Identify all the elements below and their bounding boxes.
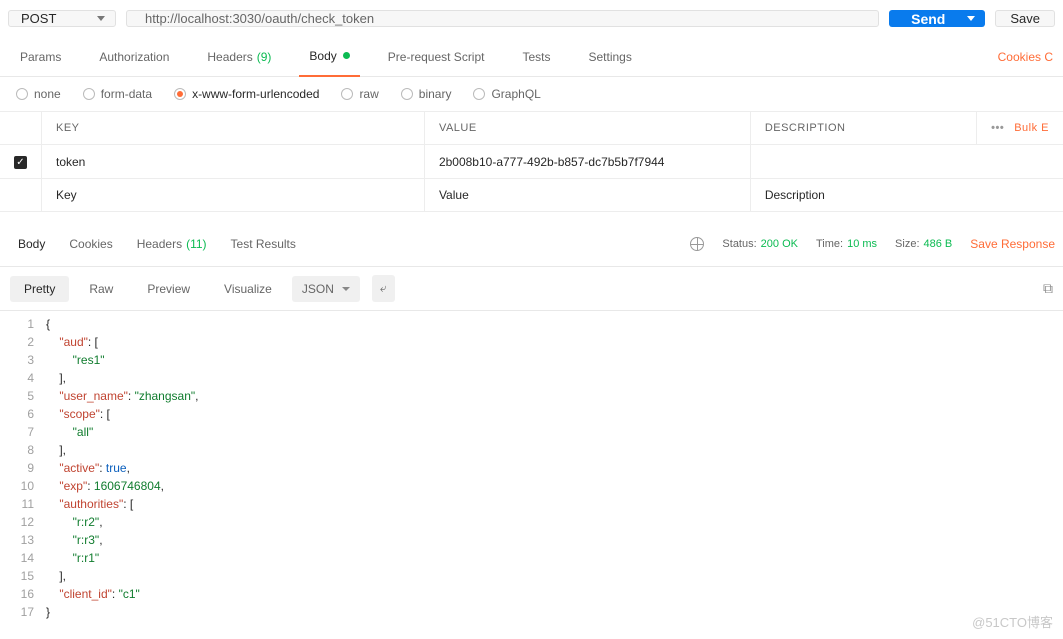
cell-desc[interactable] (750, 145, 1063, 179)
tab-label: Tests (522, 50, 550, 64)
active-dot-icon (343, 52, 350, 59)
wrap-lines-icon[interactable]: ⤶ (372, 275, 395, 302)
bodytype-graphql[interactable]: GraphQL (473, 87, 540, 101)
col-value: VALUE (424, 112, 750, 145)
bodytype-binary[interactable]: binary (401, 87, 452, 101)
bodytype-label: GraphQL (491, 87, 540, 101)
bodytype-label: none (34, 87, 61, 101)
size-label: Size: (895, 238, 919, 250)
tab-tests[interactable]: Tests (512, 37, 560, 77)
send-button[interactable]: Send (889, 10, 985, 27)
status-readout: Status: 200 OK (722, 238, 798, 250)
response-tabs: Body Cookies Headers (11) Test Results St… (0, 222, 1063, 266)
radio-icon (401, 88, 413, 100)
chevron-down-icon (97, 16, 105, 21)
tab-label: Body (309, 49, 336, 63)
restab-body[interactable]: Body (8, 237, 55, 251)
col-key: KEY (42, 112, 425, 145)
bodytype-label: x-www-form-urlencoded (192, 87, 319, 101)
request-bar: POST http://localhost:3030/oauth/check_t… (0, 0, 1063, 37)
tab-label: Cookies (69, 237, 112, 251)
bodytype-none[interactable]: none (16, 87, 61, 101)
tab-label: Test Results (231, 237, 296, 251)
bodytype-label: raw (359, 87, 378, 101)
cell-key[interactable]: token (42, 145, 425, 179)
url-text: http://localhost:3030/oauth/check_token (145, 11, 374, 26)
status-value: 200 OK (761, 238, 798, 250)
bulk-edit-link[interactable]: Bulk E (1014, 122, 1049, 134)
bodytype-label: binary (419, 87, 452, 101)
tab-label: Headers (207, 50, 252, 64)
radio-icon (83, 88, 95, 100)
headers-count: (9) (257, 50, 272, 64)
cell-value[interactable]: 2b008b10-a777-492b-b857-dc7b5b7f7944 (424, 145, 750, 179)
bodytype-raw[interactable]: raw (341, 87, 378, 101)
method-label: POST (21, 11, 56, 26)
format-select[interactable]: JSON (292, 276, 360, 302)
url-input[interactable]: http://localhost:3030/oauth/check_token (126, 10, 879, 27)
size-readout: Size: 486 B (895, 238, 952, 250)
table-row[interactable]: token 2b008b10-a777-492b-b857-dc7b5b7f79… (0, 145, 1063, 179)
globe-icon[interactable] (690, 237, 704, 251)
response-body-view[interactable]: 1{2 "aud": [3 "res1"4 ],5 "user_name": "… (0, 311, 1063, 625)
send-label: Send (911, 11, 945, 27)
radio-on-icon (174, 88, 186, 100)
tab-settings[interactable]: Settings (579, 37, 642, 77)
tab-label: Pre-request Script (388, 50, 485, 64)
size-value: 486 B (924, 238, 953, 250)
radio-icon (341, 88, 353, 100)
body-type-row: none form-data x-www-form-urlencoded raw… (0, 77, 1063, 111)
tab-body[interactable]: Body (299, 37, 359, 77)
watermark: @51CTO博客 (972, 612, 1053, 631)
col-checkbox (0, 112, 42, 145)
view-visualize[interactable]: Visualize (210, 276, 286, 302)
bodytype-xwww[interactable]: x-www-form-urlencoded (174, 87, 319, 101)
tab-authorization[interactable]: Authorization (89, 37, 179, 77)
view-pretty[interactable]: Pretty (10, 276, 69, 302)
time-readout: Time: 10 ms (816, 238, 877, 250)
col-actions: ••• Bulk E (977, 112, 1063, 145)
cookies-label: Cookies C (998, 50, 1053, 64)
bodytype-formdata[interactable]: form-data (83, 87, 152, 101)
time-value: 10 ms (847, 238, 877, 250)
restab-tests[interactable]: Test Results (221, 237, 306, 251)
tab-label: Authorization (99, 50, 169, 64)
desc-placeholder[interactable]: Description (750, 179, 1063, 212)
restab-headers[interactable]: Headers (11) (127, 237, 217, 251)
tab-label: Headers (137, 237, 182, 251)
view-raw[interactable]: Raw (75, 276, 127, 302)
view-preview[interactable]: Preview (133, 276, 204, 302)
time-label: Time: (816, 238, 843, 250)
headers-count: (11) (186, 237, 206, 251)
format-label: JSON (302, 282, 334, 296)
table-row-empty[interactable]: Key Value Description (0, 179, 1063, 212)
restab-cookies[interactable]: Cookies (59, 237, 122, 251)
radio-icon (473, 88, 485, 100)
tab-label: Params (20, 50, 61, 64)
save-button[interactable]: Save (995, 10, 1055, 27)
checkbox-checked-icon[interactable] (14, 156, 27, 169)
request-tabs: Params Authorization Headers (9) Body Pre… (0, 37, 1063, 77)
tab-headers[interactable]: Headers (9) (197, 37, 281, 77)
tab-prerequest[interactable]: Pre-request Script (378, 37, 495, 77)
col-description: DESCRIPTION (750, 112, 976, 145)
tab-params[interactable]: Params (10, 37, 71, 77)
chevron-down-icon (342, 287, 350, 291)
copy-icon[interactable]: ⧉ (1043, 280, 1053, 297)
tab-label: Body (18, 237, 45, 251)
save-response-button[interactable]: Save Response (970, 237, 1055, 251)
status-label: Status: (722, 238, 756, 250)
value-placeholder[interactable]: Value (424, 179, 750, 212)
cookies-link[interactable]: Cookies C (998, 50, 1053, 64)
radio-icon (16, 88, 28, 100)
save-label: Save (1010, 11, 1040, 26)
method-select[interactable]: POST (8, 10, 116, 27)
tab-label: Settings (589, 50, 632, 64)
more-icon[interactable]: ••• (991, 122, 1004, 134)
bodytype-label: form-data (101, 87, 152, 101)
params-table: KEY VALUE DESCRIPTION ••• Bulk E token 2b… (0, 111, 1063, 212)
key-placeholder[interactable]: Key (42, 179, 425, 212)
view-bar: Pretty Raw Preview Visualize JSON ⤶ ⧉ (0, 266, 1063, 311)
